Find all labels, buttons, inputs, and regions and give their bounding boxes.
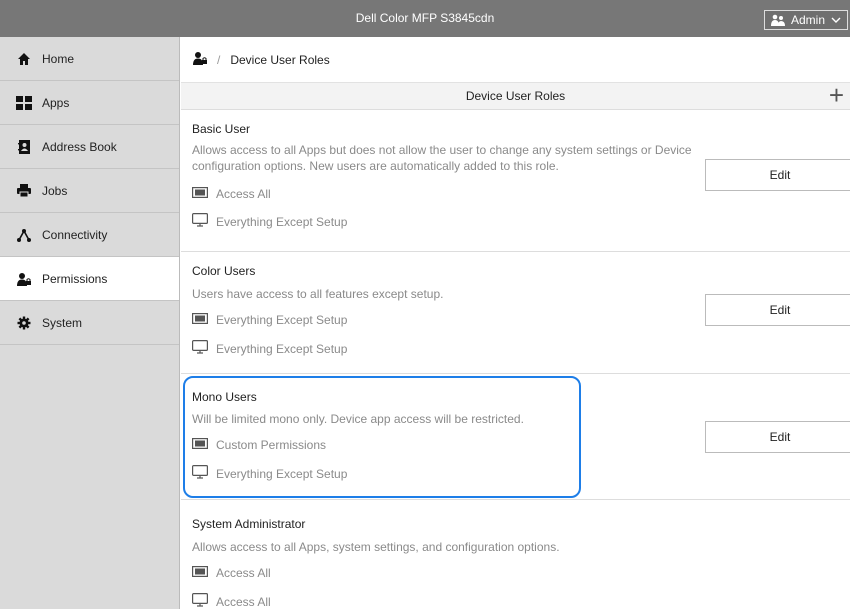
breadcrumb: / Device User Roles [181,37,850,83]
add-role-button[interactable]: + [829,82,844,108]
connectivity-icon [16,227,32,243]
top-bar: Dell Color MFP S3845cdn Admin [0,0,850,37]
home-icon [16,51,32,67]
highlight-outline [183,376,581,498]
sidebar-item-label: Jobs [42,183,68,198]
edit-button[interactable]: Edit [705,421,850,453]
web-permission: Everything Except Setup [192,213,347,230]
role-description: Users have access to all features except… [192,287,444,301]
monitor-icon [192,593,209,609]
role-name: Color Users [192,264,256,278]
permissions-icon[interactable] [193,51,207,68]
device-permission-label: Access All [216,187,271,201]
sidebar-item-label: System [42,315,83,330]
device-permission: Access All [192,566,271,580]
address-book-icon [16,139,32,155]
web-permission-label: Everything Except Setup [216,341,348,356]
sidebar-item-system[interactable]: System [0,301,179,345]
sidebar-item-connectivity[interactable]: Connectivity [0,213,179,257]
sidebar-item-label: Home [42,51,75,66]
sidebar-item-label: Address Book [42,139,117,154]
sidebar-item-jobs[interactable]: Jobs [0,169,179,213]
sidebar: Home Apps Address Book Jobs Connectivity… [0,37,180,609]
role-color-users: Color Users Users have access to all fea… [181,252,850,374]
admin-label: Admin [791,13,826,27]
monitor-icon [192,340,209,357]
breadcrumb-separator: / [217,52,221,67]
web-permission-label: Access All [216,594,271,609]
role-description: Allows access to all Apps, system settin… [192,540,560,554]
permissions-icon [16,271,32,287]
sidebar-item-home[interactable]: Home [0,37,179,81]
role-name: System Administrator [192,517,306,531]
edit-button[interactable]: Edit [705,294,850,326]
role-description: Allows access to all Apps but does not a… [192,143,692,173]
sidebar-item-address-book[interactable]: Address Book [0,125,179,169]
section-title: Device User Roles [465,89,566,103]
device-permission-label: Access All [216,566,271,580]
edit-button[interactable]: Edit [705,159,850,191]
sidebar-item-label: Apps [42,95,70,110]
web-permission-label: Everything Except Setup [216,214,348,229]
device-permission: Everything Except Setup [192,313,347,327]
device-permission-label: Everything Except Setup [216,313,348,327]
breadcrumb-current: Device User Roles [230,52,330,67]
role-system-administrator: System Administrator Allows access to al… [181,500,850,609]
role-name: Basic User [192,122,251,136]
apps-icon [16,95,32,111]
device-permission: Access All [192,187,271,201]
chevron-down-icon [831,17,841,23]
role-basic-user: Basic User Allows access to all Apps but… [181,110,850,252]
sidebar-item-apps[interactable]: Apps [0,81,179,125]
app-title: Dell Color MFP S3845cdn [355,11,495,25]
admin-menu-button[interactable]: Admin [764,10,848,30]
sidebar-item-label: Connectivity [42,227,108,242]
device-panel-icon [192,187,209,201]
sidebar-item-permissions[interactable]: Permissions [0,257,179,301]
section-header: Device User Roles + [181,82,850,110]
device-panel-icon [192,313,209,327]
web-permission: Everything Except Setup [192,340,347,357]
device-panel-icon [192,566,209,580]
web-permission: Access All [192,593,271,609]
gear-icon [16,315,32,331]
sidebar-item-label: Permissions [42,271,108,286]
monitor-icon [192,213,209,230]
admin-user-icon [771,14,785,26]
jobs-icon [16,183,32,199]
